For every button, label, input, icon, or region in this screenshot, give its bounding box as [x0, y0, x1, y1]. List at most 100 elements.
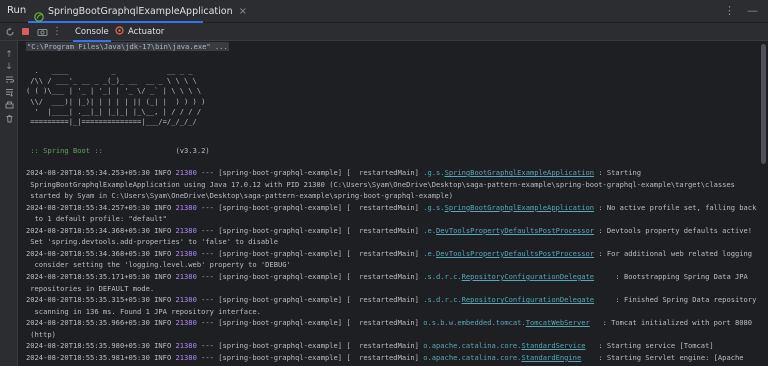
- log-logger: .e.DevToolsPropertyDefaultsPostProcessor: [423, 249, 594, 258]
- log-line: 2024-08-20T18:55:34.253+05:30 INFO 21380…: [26, 167, 641, 179]
- log-logger: .e.DevToolsPropertyDefaultsPostProcessor: [423, 226, 594, 235]
- log-timestamp: 2024-08-20T18:55:35.966+05:30: [26, 318, 150, 328]
- logger-padding: [586, 341, 599, 350]
- logger-class-link[interactable]: TomcatWebServer: [526, 318, 590, 327]
- minimize-icon[interactable]: —: [747, 4, 758, 17]
- log-logger: o.s.b.w.embedded.tomcat.TomcatWebServer: [423, 318, 590, 327]
- logger-class-link[interactable]: DevToolsPropertyDefaultsPostProcessor: [436, 249, 594, 258]
- logger-package: o.apache.catalina.core.: [423, 352, 522, 362]
- log-thread: --- [spring-boot-graphql-example] [ rest…: [196, 271, 424, 281]
- log-line: 2024-08-20T18:55:34.368+05:30 INFO 21380…: [26, 225, 752, 237]
- log-level: INFO: [149, 168, 176, 177]
- log-logger: .s.d.r.c.RepositoryConfigurationDelegate: [423, 272, 594, 281]
- log-pid: 21380: [175, 202, 197, 212]
- logger-padding: [594, 272, 615, 281]
- log-timestamp: 2024-08-20T18:55:34.368+05:30: [26, 225, 150, 235]
- spring-boot-label: :: Spring Boot ::: [26, 146, 108, 155]
- log-continuation: repositories in DEFAULT mode.: [26, 283, 155, 293]
- scroll-to-end-icon[interactable]: [3, 86, 15, 98]
- close-icon[interactable]: ×: [239, 6, 247, 17]
- log-continuation: started by Syam in C:\Users\Syam\OneDriv…: [26, 191, 454, 201]
- log-thread: --- [spring-boot-graphql-example] [ rest…: [196, 248, 424, 258]
- actuator-tab-label: Actuator: [128, 27, 165, 37]
- camera-icon[interactable]: [36, 25, 48, 38]
- log-message: : Starting service [Tomcat]: [598, 341, 714, 351]
- log-timestamp: 2024-08-20T18:55:35.315+05:30: [26, 295, 150, 305]
- log-line: started by Syam in C:\Users\Syam\OneDriv…: [26, 190, 453, 202]
- print-icon[interactable]: [3, 99, 15, 111]
- trash-icon[interactable]: [3, 112, 15, 124]
- logger-class-link[interactable]: DevToolsPropertyDefaultsPostProcessor: [436, 226, 594, 235]
- log-timestamp: 2024-08-20T18:55:35.981+05:30: [26, 352, 150, 362]
- log-message: : Starting: [598, 168, 642, 177]
- log-timestamp: 2024-08-20T18:55:35.980+05:30: [26, 341, 150, 351]
- log-logger: .s.d.r.c.RepositoryConfigurationDelegate: [423, 295, 594, 304]
- log-level: INFO: [149, 225, 176, 235]
- log-thread: --- [spring-boot-graphql-example] [ rest…: [196, 225, 424, 235]
- log-thread: --- [spring-boot-graphql-example] [ rest…: [196, 202, 424, 212]
- log-level: INFO: [149, 341, 176, 351]
- tab-actuator[interactable]: Actuator: [115, 25, 164, 39]
- logger-package: .s.d.r.c.: [423, 271, 462, 281]
- more-vertical-icon[interactable]: ⋮: [724, 4, 735, 17]
- tab-run-configuration[interactable]: SpringBootGraphqlExampleApplication ×: [28, 2, 247, 23]
- tab-title: SpringBootGraphqlExampleApplication: [48, 6, 233, 17]
- log-pid: 21380: [175, 271, 197, 281]
- log-message: : Starting Servlet engine: [Apache: [598, 352, 744, 362]
- log-line: consider setting the 'logging.level.web'…: [26, 259, 291, 271]
- log-line: 2024-08-20T18:55:35.981+05:30 INFO 21380…: [26, 352, 744, 364]
- run-toolbar: ⋮ Console Actuator: [0, 23, 768, 42]
- tab-console[interactable]: Console: [73, 25, 111, 42]
- up-arrow-icon[interactable]: ↑: [3, 49, 15, 61]
- stop-icon[interactable]: [19, 25, 31, 38]
- run-tool-window-header: Run SpringBootGraphqlExampleApplication …: [0, 0, 768, 23]
- log-logger: o.apache.catalina.core.StandardService: [423, 341, 585, 350]
- log-thread: --- [spring-boot-graphql-example] [ rest…: [196, 352, 424, 362]
- log-line: repositories in DEFAULT mode.: [26, 283, 154, 295]
- log-level: INFO: [149, 318, 176, 328]
- log-pid: 21380: [175, 318, 197, 328]
- soft-wrap-icon[interactable]: [3, 73, 15, 85]
- log-logger: o.apache.catalina.core.StandardEngine: [423, 353, 581, 362]
- java-command[interactable]: "C:\Program Files\Java\jdk-17\bin\java.e…: [26, 42, 229, 51]
- console-output[interactable]: "C:\Program Files\Java\jdk-17\bin\java.e…: [19, 41, 760, 366]
- log-timestamp: 2024-08-20T18:55:35.171+05:30: [26, 271, 150, 281]
- log-line: Set 'spring.devtools.add-properties' to …: [26, 236, 278, 248]
- rerun-icon[interactable]: [4, 25, 16, 38]
- log-pid: 21380: [175, 248, 197, 258]
- actuator-icon: [115, 26, 124, 38]
- logger-class-link[interactable]: SpringBootGraphqlExampleApplication: [445, 203, 594, 212]
- log-message: : Tomcat initialized with port 8080: [602, 318, 753, 328]
- log-line: to 1 default profile: "default": [26, 213, 167, 225]
- logger-class-link[interactable]: SpringBootGraphqlExampleApplication: [445, 168, 594, 177]
- logger-class-link[interactable]: RepositoryConfigurationDelegate: [462, 272, 594, 281]
- logger-padding: [594, 295, 615, 304]
- log-thread: --- [spring-boot-graphql-example] [ rest…: [196, 295, 424, 305]
- log-line: SpringBootGraphqlExampleApplication usin…: [26, 179, 735, 191]
- log-line: 2024-08-20T18:55:34.368+05:30 INFO 21380…: [26, 248, 752, 260]
- log-pid: 21380: [175, 225, 197, 235]
- logger-class-link[interactable]: StandardEngine: [521, 353, 581, 362]
- log-line: 2024-08-20T18:55:35.966+05:30 INFO 21380…: [26, 317, 752, 329]
- more-icon[interactable]: ⋮: [51, 25, 63, 38]
- log-logger: .g.s.SpringBootGraphqlExampleApplication: [423, 203, 594, 212]
- spring-leaf-icon: [34, 7, 44, 22]
- log-level: INFO: [149, 352, 176, 362]
- log-level: INFO: [149, 271, 176, 281]
- spring-boot-version-line: :: Spring Boot :: (v3.3.2): [26, 145, 209, 157]
- log-line: 2024-08-20T18:55:35.315+05:30 INFO 21380…: [26, 294, 756, 306]
- log-continuation: Set 'spring.devtools.add-properties' to …: [26, 237, 278, 247]
- logger-class-link[interactable]: RepositoryConfigurationDelegate: [462, 295, 594, 304]
- log-timestamp: 2024-08-20T18:55:34.253+05:30: [26, 168, 150, 177]
- banner-line: =========|_|==============|___/=/_/_/_/: [26, 117, 197, 126]
- logger-package: .s.d.r.c.: [423, 295, 462, 305]
- log-line: 2024-08-20T18:55:35.171+05:30 INFO 21380…: [26, 271, 748, 283]
- console-scrollbar[interactable]: [761, 44, 766, 164]
- log-continuation: scanning in 136 ms. Found 1 JPA reposito…: [26, 306, 261, 316]
- log-pid: 21380: [175, 352, 197, 362]
- log-message: : Devtools property defaults active!: [598, 225, 753, 235]
- log-pid: 21380: [175, 341, 197, 351]
- logger-package: o.s.b.w.embedded.tomcat.: [423, 318, 526, 328]
- down-arrow-icon[interactable]: ↓: [3, 61, 15, 73]
- logger-class-link[interactable]: StandardService: [521, 341, 585, 350]
